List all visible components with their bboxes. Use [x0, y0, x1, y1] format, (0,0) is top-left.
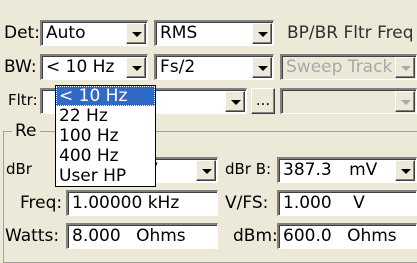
- rms-select[interactable]: RMS: [154, 20, 274, 46]
- sweep-track-value: Sweep Track: [286, 57, 393, 77]
- fs-select[interactable]: Fs/2: [154, 54, 274, 80]
- dbm-field[interactable]: 600.0 Ohms: [277, 223, 417, 249]
- bw-option[interactable]: 400 Hz: [56, 146, 155, 166]
- dbm-label: dBm:: [233, 226, 278, 246]
- watts-unit: Ohms: [136, 226, 186, 246]
- bw-option[interactable]: 100 Hz: [56, 126, 155, 146]
- chevron-down-icon[interactable]: [196, 160, 216, 181]
- freq-field[interactable]: 1.00000 kHz: [66, 190, 218, 216]
- vfs-field[interactable]: 1.000 V: [277, 190, 417, 216]
- vfs-value: 1.000: [283, 193, 332, 213]
- chevron-down-icon[interactable]: [395, 57, 415, 78]
- det-select[interactable]: Auto: [40, 20, 148, 46]
- dbr-b-value: 387.3: [283, 160, 332, 180]
- det-label: Det:: [4, 23, 40, 43]
- bpbr-freq-select[interactable]: [280, 88, 417, 114]
- chevron-down-icon[interactable]: [126, 23, 146, 44]
- sweep-track-select[interactable]: Sweep Track: [280, 54, 417, 80]
- fs-value: Fs/2: [160, 57, 196, 77]
- dbr-b-field[interactable]: 387.3 mV: [277, 157, 417, 183]
- chevron-down-icon[interactable]: [252, 23, 272, 44]
- dbr-a-label: dBr: [6, 160, 32, 178]
- watts-label: Watts:: [5, 226, 60, 246]
- vfs-unit: V: [353, 193, 365, 213]
- bw-option[interactable]: 22 Hz: [56, 106, 155, 126]
- reference-group-label: Re: [12, 121, 40, 141]
- analyzer-settings-panel: { "det": { "label": "Det:", "value": "Au…: [0, 0, 417, 263]
- bw-option[interactable]: < 10 Hz: [56, 86, 155, 106]
- chevron-down-icon[interactable]: [126, 57, 146, 78]
- bw-option[interactable]: User HP: [56, 166, 155, 186]
- fltr-label: Fltr:: [8, 91, 38, 109]
- bw-value: < 10 Hz: [46, 57, 115, 77]
- det-value: Auto: [46, 23, 86, 43]
- chevron-down-icon[interactable]: [395, 91, 415, 112]
- vfs-label: V/FS:: [225, 193, 269, 213]
- bw-label: BW:: [4, 57, 37, 77]
- filter-browse-button[interactable]: ...: [251, 88, 275, 114]
- freq-label: Freq:: [20, 193, 63, 213]
- watts-field[interactable]: 8.000 Ohms: [66, 223, 218, 249]
- rms-value: RMS: [160, 23, 198, 43]
- dbm-unit: Ohms: [347, 226, 397, 246]
- watts-value: 8.000: [72, 226, 121, 246]
- dbr-b-label: dBr B:: [225, 160, 272, 178]
- dbr-b-unit: mV: [349, 160, 378, 180]
- freq-value: 1.00000 kHz: [72, 193, 180, 213]
- chevron-down-icon[interactable]: [395, 160, 415, 181]
- bpbr-label: BP/BR Fltr Freq: [287, 23, 414, 43]
- dbm-value: 600.0: [283, 226, 332, 246]
- bw-dropdown-list[interactable]: < 10 Hz 22 Hz 100 Hz 400 Hz User HP: [55, 85, 156, 187]
- bw-select[interactable]: < 10 Hz: [40, 54, 148, 80]
- chevron-down-icon[interactable]: [225, 91, 245, 112]
- chevron-down-icon[interactable]: [252, 57, 272, 78]
